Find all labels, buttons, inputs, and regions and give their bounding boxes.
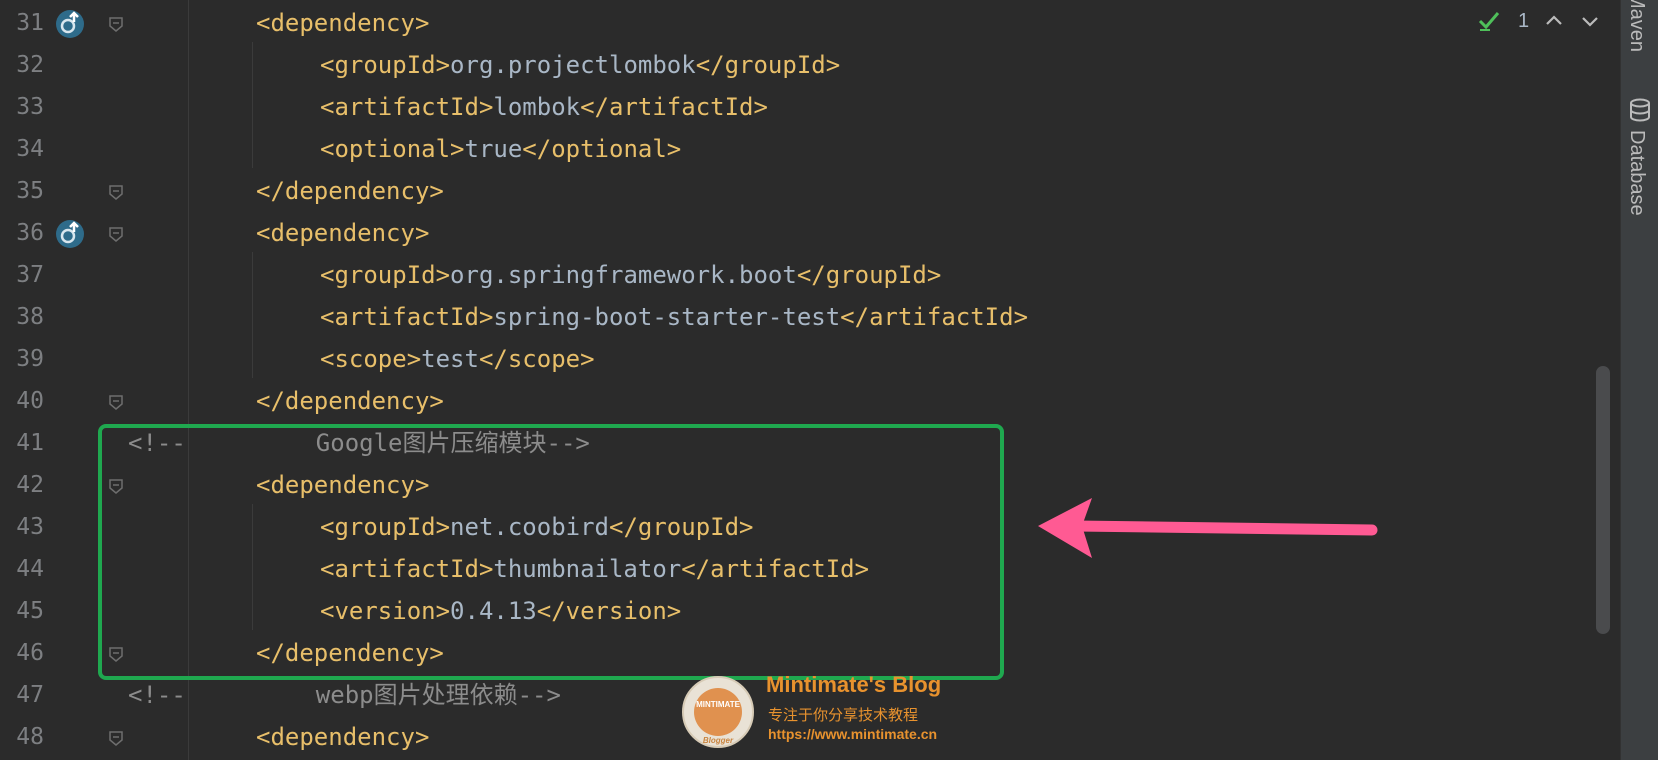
code-content[interactable]: </dependency> [256, 170, 444, 212]
line-number[interactable]: 35 [0, 170, 44, 212]
xml-tag: </optional> [522, 135, 682, 163]
line-number[interactable]: 34 [0, 128, 44, 170]
xml-tag: <dependency> [256, 723, 430, 751]
run-gutter-icon[interactable] [56, 220, 84, 248]
code-content[interactable]: <scope>test</scope> [320, 338, 595, 380]
watermark: MINTIMATE Blogger Mintimate's Blog 专注于你分… [682, 672, 1002, 752]
xml-tag: <dependency> [256, 219, 430, 247]
line-number[interactable]: 41 [0, 422, 44, 464]
xml-text: lombok [493, 93, 581, 121]
xml-tag: <optional> [320, 135, 465, 163]
xml-comment: webp图片处理依赖--> [315, 681, 561, 709]
line-number[interactable]: 40 [0, 380, 44, 422]
code-content[interactable]: <dependency> [256, 2, 429, 44]
xml-tag: </artifactId> [580, 93, 768, 121]
xml-tag: <groupId> [320, 51, 451, 79]
line-number[interactable]: 48 [0, 716, 44, 758]
xml-tag: <dependency> [256, 9, 430, 37]
fold-marker-icon[interactable] [108, 184, 124, 200]
line-number[interactable]: 36 [0, 212, 44, 254]
xml-tag: </groupId> [796, 261, 942, 289]
code-content[interactable]: <groupId>org.springframework.boot</group… [320, 254, 941, 296]
check-icon [1478, 12, 1500, 31]
code-content[interactable]: <groupId>org.projectlombok</groupId> [320, 44, 840, 86]
code-content[interactable]: <optional>true</optional> [320, 128, 681, 170]
code-line[interactable]: 33 <artifactId>lombok</artifactId> [0, 86, 1620, 128]
code-line[interactable]: 36 <dependency> [0, 212, 1620, 254]
code-content[interactable]: </dependency> [256, 380, 444, 422]
xml-text: org.projectlombok [450, 51, 696, 79]
xml-tag: <groupId> [320, 261, 451, 289]
line-number[interactable]: 46 [0, 632, 44, 674]
xml-tag: <artifactId> [320, 303, 494, 331]
inspection-count: 1 [1518, 9, 1530, 32]
xml-tag: </groupId> [695, 51, 841, 79]
xml-tag: </dependency> [256, 177, 444, 205]
xml-tag: </artifactId> [840, 303, 1029, 331]
watermark-title: Mintimate's Blog [766, 672, 942, 697]
fold-marker-icon[interactable] [108, 226, 124, 242]
xml-tag: <artifactId> [320, 93, 494, 121]
database-icon [1630, 98, 1650, 122]
database-tab[interactable]: Database [1625, 130, 1648, 216]
code-content[interactable]: <artifactId>spring-boot-starter-test</ar… [320, 296, 1028, 338]
line-number[interactable]: 44 [0, 548, 44, 590]
xml-comment: <!-- [128, 681, 186, 709]
line-number[interactable]: 33 [0, 86, 44, 128]
chevron-up-icon[interactable] [1543, 10, 1565, 32]
code-content[interactable]: <!-- webp图片处理依赖--> [128, 674, 561, 716]
xml-text: spring-boot-starter-test [493, 303, 841, 331]
code-content[interactable]: <artifactId>lombok</artifactId> [320, 86, 768, 128]
xml-tag: </dependency> [256, 387, 444, 415]
line-number[interactable]: 37 [0, 254, 44, 296]
code-content[interactable]: <dependency> [256, 716, 429, 758]
xml-text: test [421, 345, 479, 373]
inspection-widget[interactable]: 1 [1478, 6, 1601, 36]
scrollbar-thumb[interactable] [1596, 366, 1610, 634]
line-number[interactable]: 45 [0, 590, 44, 632]
code-content[interactable]: <dependency> [256, 212, 429, 254]
watermark-subtitle: 专注于你分享技术教程 [768, 706, 919, 724]
line-number[interactable]: 43 [0, 506, 44, 548]
right-tool-window-bar: Maven Database [1620, 0, 1658, 760]
line-number[interactable]: 39 [0, 338, 44, 380]
fold-marker-icon[interactable] [108, 394, 124, 410]
pointer-arrow [1038, 498, 1378, 558]
code-line[interactable]: 32 <groupId>org.projectlombok</groupId> [0, 44, 1620, 86]
watermark-url: https://www.mintimate.cn [768, 726, 938, 742]
code-line[interactable]: 34 <optional>true</optional> [0, 128, 1620, 170]
code-line[interactable]: 37 <groupId>org.springframework.boot</gro… [0, 254, 1620, 296]
code-line[interactable]: 35 </dependency> [0, 170, 1620, 212]
xml-tag: <scope> [320, 345, 422, 373]
fold-marker-icon[interactable] [108, 16, 124, 32]
line-number[interactable]: 32 [0, 44, 44, 86]
highlight-box [98, 424, 1004, 680]
line-number[interactable]: 38 [0, 296, 44, 338]
run-gutter-icon[interactable] [56, 10, 84, 38]
fold-marker-icon[interactable] [108, 730, 124, 746]
maven-tab[interactable]: Maven [1625, 0, 1648, 52]
code-line[interactable]: 31 <dependency> [0, 2, 1620, 44]
xml-text: org.springframework.boot [450, 261, 797, 289]
code-line[interactable]: 38 <artifactId>spring-boot-starter-test</… [0, 296, 1620, 338]
xml-text: true [464, 135, 523, 163]
line-number[interactable]: 42 [0, 464, 44, 506]
line-number[interactable]: 31 [0, 2, 44, 44]
code-line[interactable]: 40 </dependency> [0, 380, 1620, 422]
xml-tag: </scope> [478, 345, 595, 373]
watermark-logo: MINTIMATE Blogger [682, 676, 754, 748]
code-line[interactable]: 39 <scope>test</scope> [0, 338, 1620, 380]
line-number[interactable]: 47 [0, 674, 44, 716]
